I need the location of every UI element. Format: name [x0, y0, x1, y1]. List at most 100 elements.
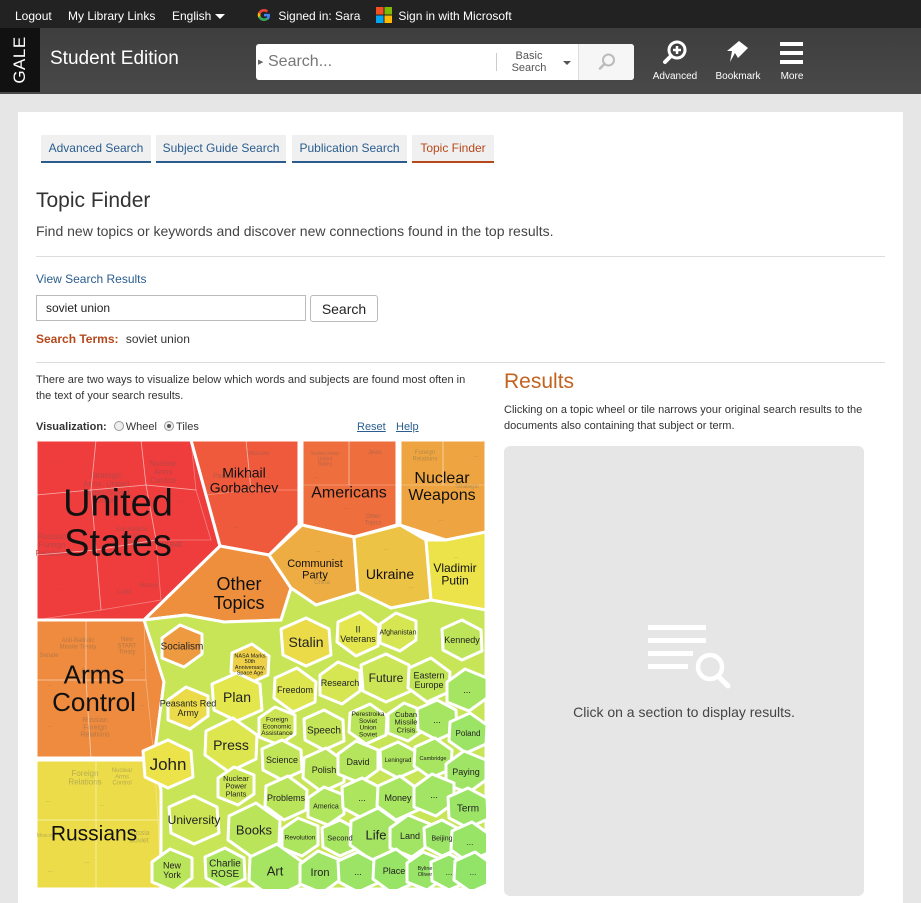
tile-label: Science [266, 755, 298, 765]
tile-label: Term [457, 804, 479, 815]
language-label: English [172, 9, 212, 23]
sub-tile-label: Moscow [247, 451, 270, 457]
tile-label: New York [163, 860, 182, 879]
sub-tile-label: ... [176, 497, 182, 504]
top-bar: Logout My Library Links English Signed i… [0, 0, 921, 28]
wheel-radio[interactable] [113, 421, 124, 431]
tile-label: University [168, 813, 221, 827]
tile-label: Art [267, 864, 284, 879]
tile-label: Leningrad [385, 758, 412, 764]
help-link[interactable]: Help [396, 421, 419, 433]
divider [36, 362, 885, 363]
tile-label: Press [213, 737, 249, 753]
tile-label: Second [327, 834, 352, 843]
tile-label: ... [358, 793, 366, 803]
expand-icon[interactable]: ▶ [258, 58, 263, 66]
tile-label: Americans [311, 485, 387, 502]
tile-label: Problems [267, 793, 306, 803]
sub-tile-label: Anti-Ballistic Missile Treaty [60, 638, 97, 650]
bookmark-icon [727, 41, 748, 62]
sub-tile-label: Jews [368, 450, 382, 456]
reset-link[interactable]: Reset [357, 421, 386, 433]
divider [36, 256, 885, 257]
tab-subject-guide-search[interactable]: Subject Guide Search [156, 135, 286, 163]
tile-label: ... [430, 790, 438, 800]
advanced-button[interactable]: Advanced [645, 38, 705, 88]
gale-logo[interactable]: GALE [0, 28, 40, 92]
main-card: Advanced Search Subject Guide Search Pub… [18, 112, 903, 903]
divider [496, 53, 497, 71]
sub-tile-label: ... [473, 453, 478, 459]
tile-label: Russians [51, 822, 137, 845]
google-signin[interactable]: Signed in: Sara [256, 7, 360, 23]
sub-tile-label: Foreign Relations [68, 769, 101, 786]
microsoft-icon [376, 7, 392, 23]
tab-publication-search[interactable]: Publication Search [292, 135, 407, 163]
topic-search-input[interactable] [36, 295, 306, 321]
search-submit-button[interactable] [578, 44, 634, 80]
search-mode-select[interactable]: Basic Search [504, 50, 554, 74]
google-icon [257, 9, 270, 21]
search-input[interactable] [268, 50, 496, 74]
logout-link[interactable]: Logout [15, 9, 52, 23]
sub-tile-label: ... [45, 797, 51, 804]
tiles-label[interactable]: Tiles [176, 421, 199, 433]
language-select[interactable]: English [172, 9, 226, 23]
tile-label: ... [354, 867, 362, 877]
tile-label: Plan [223, 689, 251, 705]
tile-label: Revolution [285, 834, 316, 841]
tile-label: Afghanistan [380, 629, 417, 636]
bookmark-button[interactable]: Bookmark [708, 38, 768, 88]
results-panel: Click on a section to display results. [504, 446, 864, 896]
visualization-intro: There are two ways to visualize below wh… [36, 374, 466, 402]
sub-tile-label: ... [47, 723, 52, 729]
tile-label: Future [369, 671, 404, 685]
tile-label: Freedom [277, 685, 313, 695]
sub-tile-label: Other Topics [364, 514, 381, 526]
tile-label: America [313, 803, 339, 810]
page-subtitle: Find new topics or keywords and discover… [36, 223, 554, 239]
tile-label: Kennedy [444, 635, 480, 645]
sub-tile-label: ... [408, 584, 413, 590]
tile-label: Charlie ROSE [209, 858, 241, 880]
sub-tile-label: ... [315, 548, 320, 554]
tab-advanced-search[interactable]: Advanced Search [41, 135, 151, 163]
tile-label: John [150, 755, 187, 774]
tab-topic-finder[interactable]: Topic Finder [412, 135, 494, 163]
tile-label: Poland [456, 729, 481, 738]
more-button[interactable]: More [762, 38, 822, 88]
search-document-icon [648, 625, 731, 689]
results-description: Clicking on a topic wheel or tile narrow… [504, 404, 863, 432]
product-title[interactable]: Student Edition [50, 48, 179, 70]
tile-label: David [346, 757, 369, 767]
tile-label: Place [383, 866, 406, 876]
library-links-link[interactable]: My Library Links [68, 9, 155, 23]
tile-label: Arms Control [52, 659, 136, 716]
tile-label: Research [321, 678, 360, 688]
tile-label: ... [463, 685, 471, 695]
sub-tile-label: ... [438, 517, 443, 523]
tiles-radio[interactable] [164, 421, 175, 431]
tile-label: Paying [452, 767, 480, 777]
topic-search-button[interactable]: Search [310, 295, 378, 322]
sub-tile-label: ... [99, 802, 104, 808]
results-heading: Results [504, 370, 575, 393]
tile-label: Nuclear Power Plants [223, 774, 249, 799]
microsoft-signin-label: Sign in with Microsoft [398, 9, 512, 23]
tile-label: ... [470, 868, 477, 877]
sub-tile-label: Foreign Relations [412, 450, 437, 462]
tile-label: Beijing [431, 835, 452, 842]
microsoft-signin[interactable]: Sign in with Microsoft [376, 7, 512, 23]
tile-label: Ukraine [366, 566, 414, 582]
sub-tile-label: ... [453, 554, 458, 560]
google-signin-label: Signed in: Sara [278, 9, 361, 23]
sub-tile-label: Russian Foreign Relations [80, 717, 110, 739]
page-title: Topic Finder [36, 189, 151, 212]
sub-tile-label: Senate [39, 653, 59, 659]
wheel-label[interactable]: Wheel [126, 421, 157, 433]
tile-label: Eastern Europe [413, 670, 444, 689]
sub-tile-label: ... [383, 546, 388, 552]
view-search-results-link[interactable]: View Search Results [36, 272, 147, 286]
tile-label: ... [433, 715, 441, 725]
tile-label: Books [236, 823, 273, 838]
